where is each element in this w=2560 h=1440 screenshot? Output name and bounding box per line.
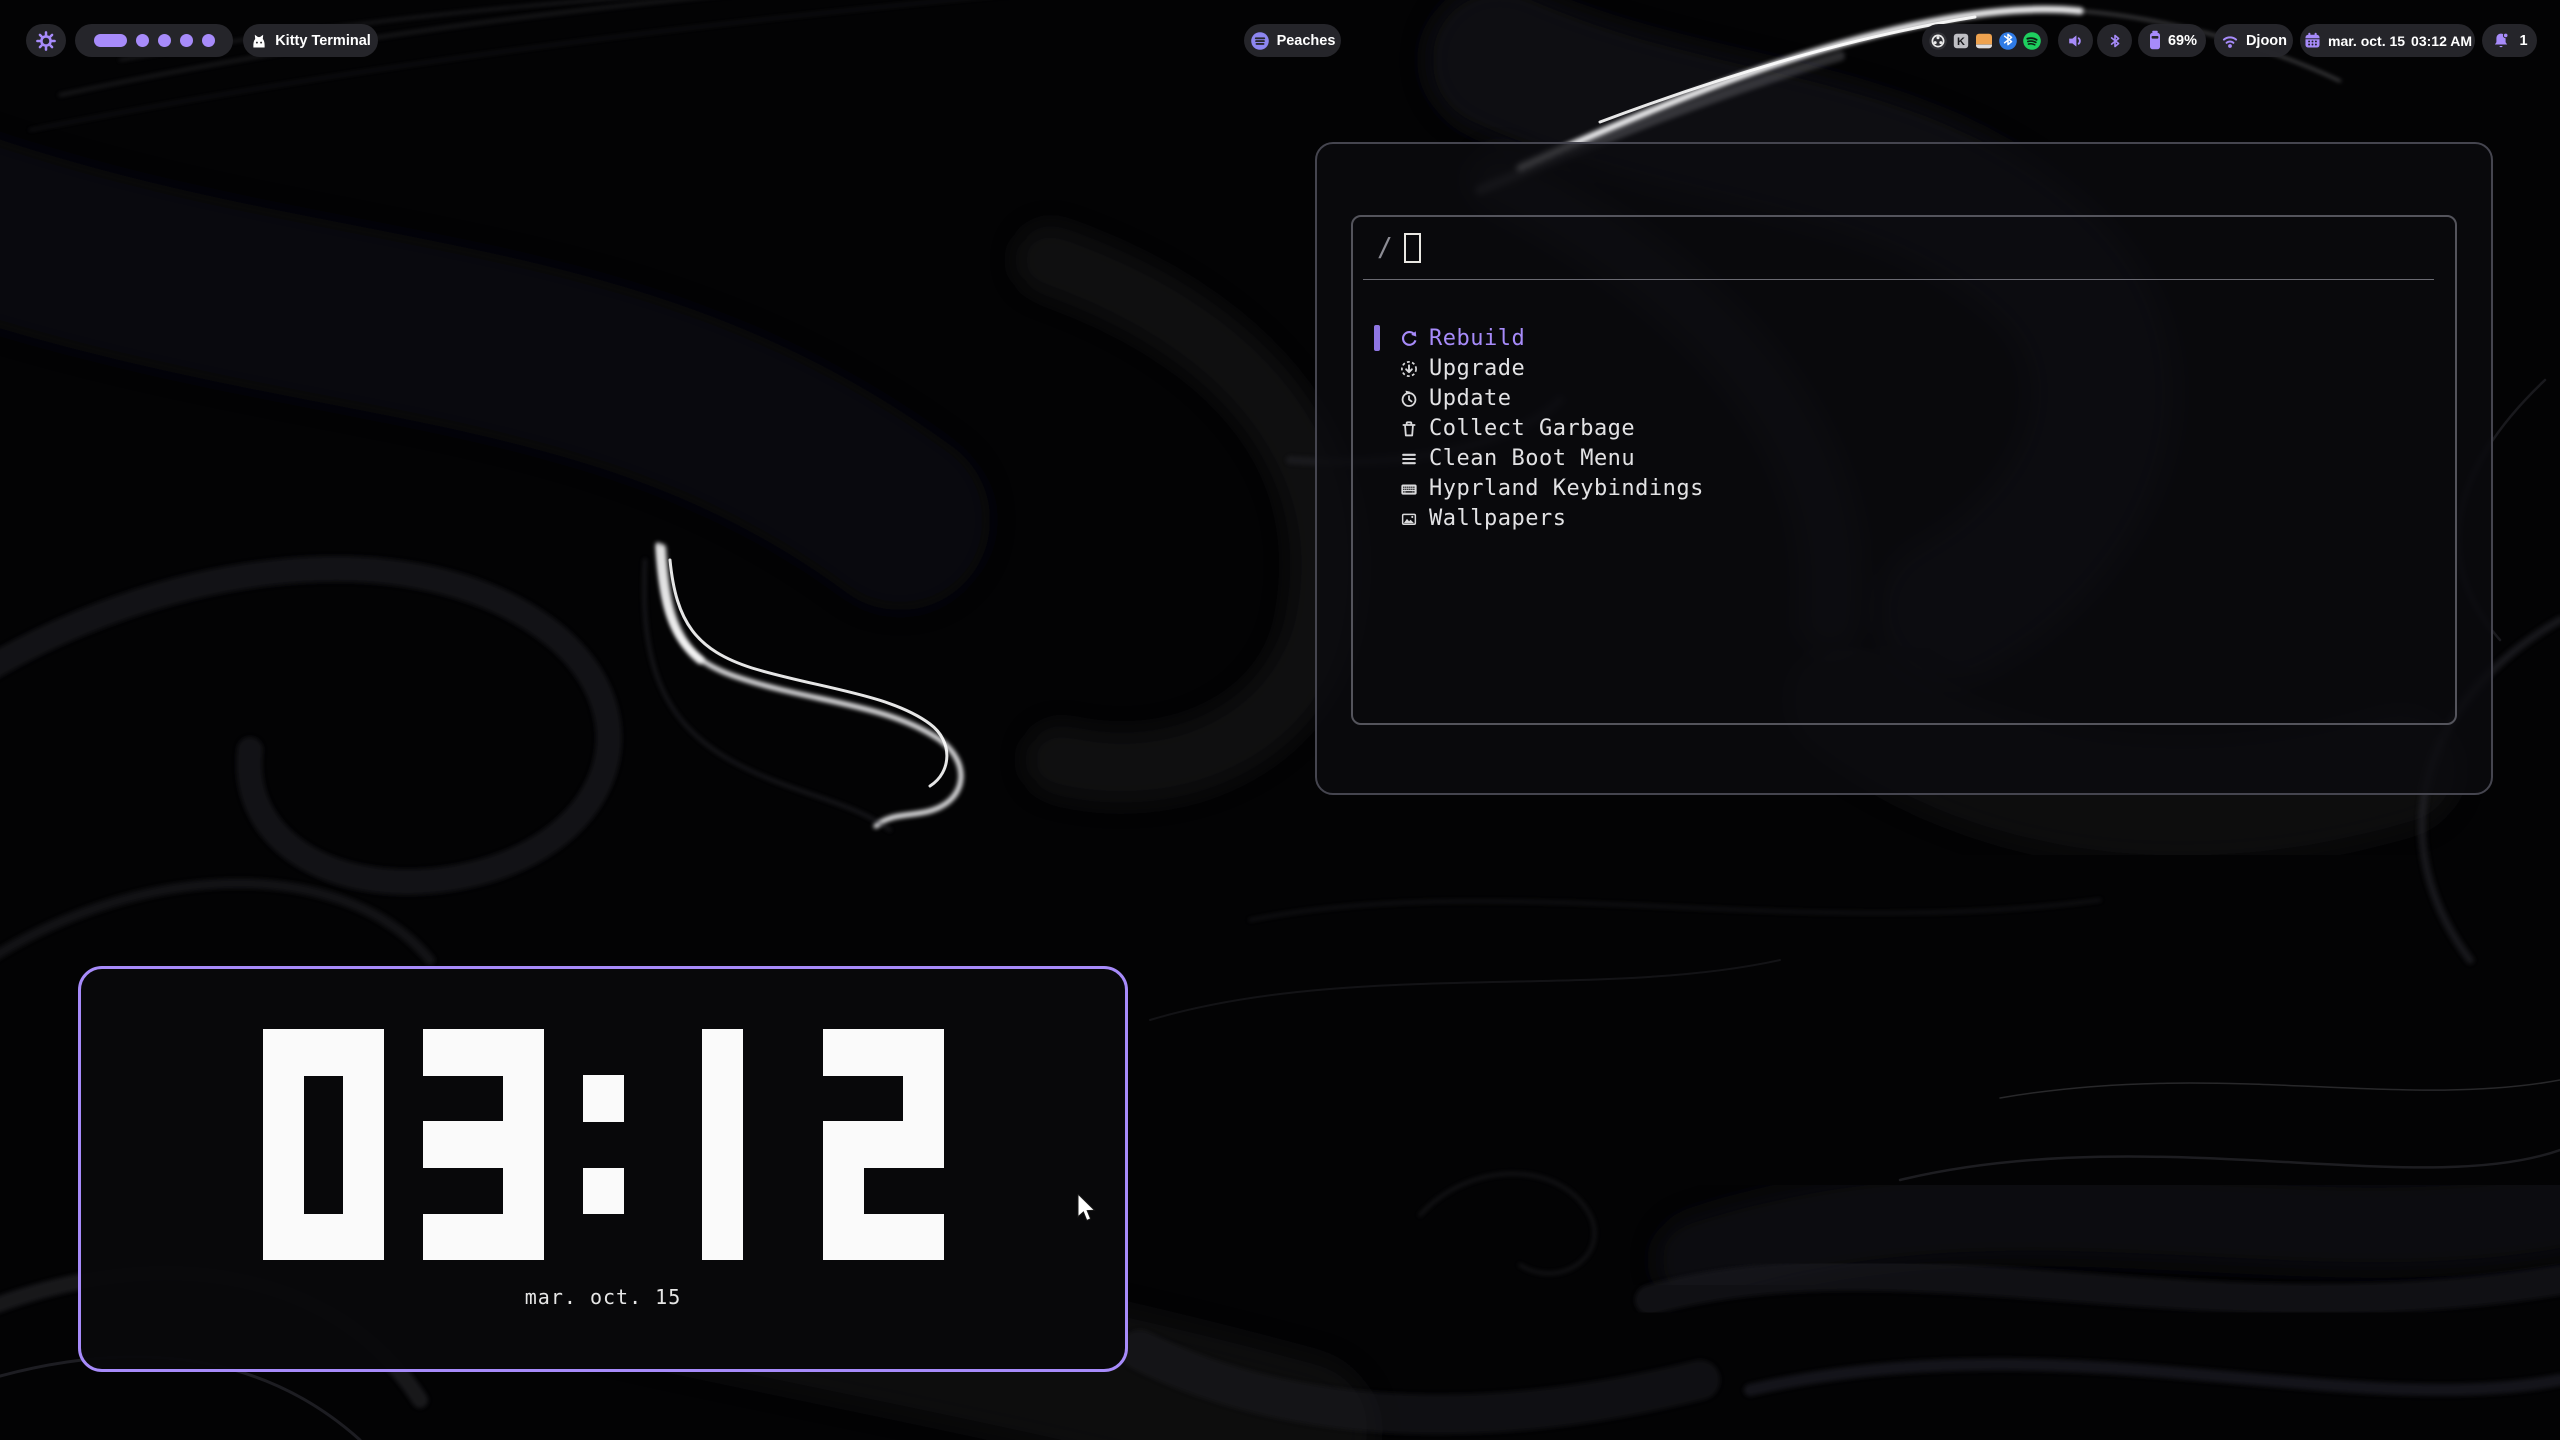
cat-icon [250,32,268,50]
notification-pill[interactable]: 1 [2482,24,2537,57]
battery-percent: 69% [2168,33,2197,49]
search-prompt: / [1377,233,1393,263]
volume-pill[interactable] [2058,24,2093,57]
bluetooth-pill[interactable] [2097,24,2132,57]
keepassxc-icon[interactable]: K [1952,32,1970,50]
workspace-dot[interactable] [136,34,149,47]
speaker-icon [2066,31,2086,51]
workspace-dot[interactable] [180,34,193,47]
files-icon[interactable] [1974,31,1994,51]
keyboard-icon [1400,479,1418,497]
launcher-item-label: Update [1429,386,1511,411]
battery-pill[interactable]: 69% [2138,24,2206,57]
upgrade-icon [1400,359,1418,377]
list-icon [1400,449,1418,467]
update-icon [1400,389,1418,407]
bluetooth-icon[interactable] [1998,31,2018,51]
launcher-item-hyprland-keybindings[interactable]: Hyprland Keybindings [1353,473,2455,503]
tray-pill: K [1922,24,2048,57]
clock-widget: mar. oct. 15 [78,966,1128,1372]
window-title-pill[interactable]: Kitty Terminal [243,24,378,57]
launcher-item-label: Rebuild [1429,326,1525,351]
media-pill[interactable]: Peaches [1244,24,1341,57]
launcher-item-label: Collect Garbage [1429,416,1635,441]
network-pill[interactable]: Djoon [2214,24,2293,57]
launcher-item-wallpapers[interactable]: Wallpapers [1353,503,2455,533]
launcher-panel: / Rebuild [1351,215,2457,725]
launcher-item-label: Clean Boot Menu [1429,446,1635,471]
bell-icon [2491,31,2511,51]
network-ssid: Djoon [2246,33,2287,49]
bar-date: mar. oct. 15 [2328,33,2405,49]
wifi-icon [2220,31,2240,51]
clock-glyph-1 [702,1029,742,1260]
settings-pill[interactable] [26,24,66,57]
launcher-item-clean-boot-menu[interactable]: Clean Boot Menu [1353,443,2455,473]
launcher-item-update[interactable]: Update [1353,383,2455,413]
clock-widget-date: mar. oct. 15 [81,1285,1125,1309]
text-cursor [1404,233,1421,263]
launcher-item-label: Wallpapers [1429,506,1566,531]
calendar-icon [2303,31,2322,50]
spotify-icon[interactable] [2022,31,2042,51]
launcher-item-rebuild[interactable]: Rebuild [1353,323,2455,353]
workspace-dot[interactable] [202,34,215,47]
clock-pill[interactable]: mar. oct. 15 03:12 AM [2300,24,2475,57]
clock-glyph-0 [263,1029,383,1260]
obs-icon[interactable] [1928,31,1948,51]
launcher-item-collect-garbage[interactable]: Collect Garbage [1353,413,2455,443]
workspace-dot-active[interactable] [94,34,127,47]
workspace-dot[interactable] [158,34,171,47]
desktop: Kitty Terminal Peaches [0,0,2560,1440]
workspace-indicators [94,34,215,47]
clock-glyph-2 [823,1029,943,1260]
spotify-icon [1250,31,1270,51]
clock-glyph-colon [583,1029,623,1260]
workspaces-pill [75,24,233,57]
launcher-window: / Rebuild [1315,142,2493,795]
clock-glyph-3 [423,1029,543,1260]
launcher-item-label: Hyprland Keybindings [1429,476,1704,501]
launcher-item-label: Upgrade [1429,356,1525,381]
media-title: Peaches [1277,33,1336,49]
bar-time: 03:12 AM [2411,33,2472,49]
bluetooth-icon [2106,32,2124,50]
window-title: Kitty Terminal [275,33,371,49]
search-input[interactable]: / [1353,217,2455,279]
image-icon [1400,509,1418,527]
launcher-item-list: Rebuild Upgrade [1353,323,2455,533]
rebuild-icon [1400,329,1418,347]
mouse-cursor [1076,1194,1102,1229]
notification-count: 1 [2519,33,2527,49]
keepass-letter: K [1957,36,1965,48]
gear-icon [36,31,56,51]
battery-icon [2147,30,2163,51]
trash-icon [1400,419,1418,437]
clock-time-display [263,1029,943,1260]
launcher-item-upgrade[interactable]: Upgrade [1353,353,2455,383]
search-divider [1363,279,2434,280]
